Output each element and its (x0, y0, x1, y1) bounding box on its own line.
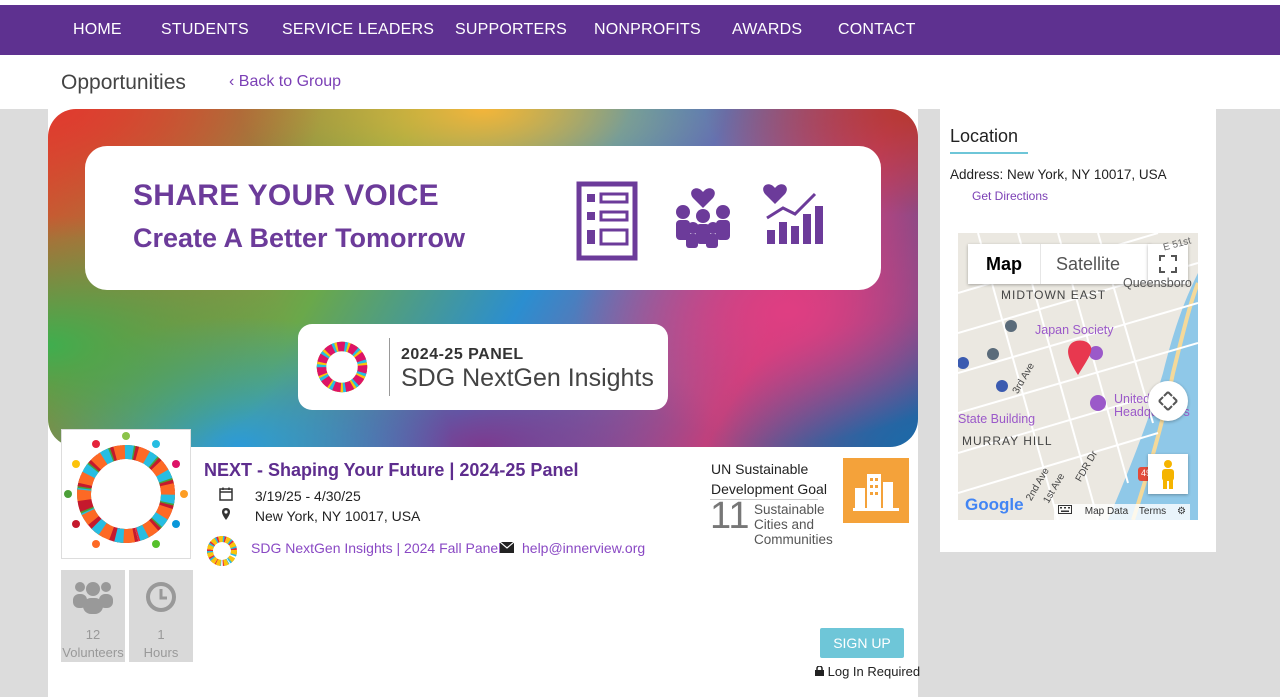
organization-link[interactable]: SDG NextGen Insights | 2024 Fall Panel (251, 540, 501, 556)
opportunity-banner: SHARE YOUR VOICE Create A Better Tomorro… (48, 109, 918, 447)
sdg-goal-name-line3: Communities (754, 532, 833, 547)
sub-header: Opportunities ‹ Back to Group (0, 55, 1280, 109)
login-required-text: Log In Required (827, 664, 921, 679)
map-data-link[interactable]: Map Data (1085, 506, 1128, 517)
map-tab-satellite[interactable]: Satellite (1056, 244, 1120, 284)
calendar-icon (219, 487, 233, 501)
map-pan-control[interactable] (1148, 381, 1188, 421)
panel-year: 2024-25 PANEL (401, 346, 524, 363)
nav-awards[interactable]: AWARDS (732, 5, 802, 55)
street-view-button[interactable] (1148, 454, 1188, 494)
city-buildings-icon (853, 474, 899, 511)
banner-headline-box: SHARE YOUR VOICE Create A Better Tomorro… (85, 146, 881, 290)
pegman-icon (1162, 460, 1174, 489)
get-directions-link[interactable]: Get Directions (972, 189, 1048, 203)
login-required-note: Log In Required (815, 664, 920, 679)
sdg-goal-name: Sustainable Cities and Communities (754, 502, 833, 547)
volunteers-count: 12 (85, 627, 101, 642)
nav-supporters[interactable]: SUPPORTERS (455, 5, 567, 55)
sdg-11-tile[interactable] (843, 458, 909, 523)
opportunity-location: New York, NY 10017, USA (254, 508, 421, 524)
sdg-wheel-icon (316, 341, 368, 393)
page-title: Opportunities (61, 71, 186, 94)
location-title-underline (950, 152, 1028, 154)
panel-name: SDG NextGen Insights (401, 364, 654, 392)
hours-stat: 1 Hours (129, 570, 193, 662)
main-nav: HOME STUDENTS SERVICE LEADERS SUPPORTERS… (0, 5, 1280, 55)
volunteers-stat: 12 Volunteers (61, 570, 125, 662)
panel-divider (389, 338, 390, 396)
location-title: Location (950, 126, 1019, 146)
sdg-people-wheel-icon (64, 432, 188, 548)
map-label-state-building: State Building (958, 412, 1036, 426)
location-panel: Location Address: New York, NY 10017, US… (940, 109, 1216, 552)
survey-form-icon (576, 181, 823, 261)
envelope-icon (500, 542, 514, 553)
hours-count: 1 (157, 627, 165, 642)
lock-icon (815, 665, 824, 676)
nav-home[interactable]: HOME (73, 5, 122, 55)
nav-students[interactable]: STUDENTS (161, 5, 249, 55)
opportunity-card: SHARE YOUR VOICE Create A Better Tomorro… (48, 109, 920, 697)
organization-logo (61, 429, 191, 559)
sdg-number: 11 (710, 495, 750, 537)
map-footer: Map Data Terms ⚙ (1054, 504, 1190, 520)
sign-up-button[interactable]: SIGN UP (820, 628, 904, 658)
map-pin-icon (222, 508, 230, 520)
map-label-queensboro: Queensboro (1123, 276, 1192, 290)
nav-contact[interactable]: CONTACT (838, 5, 916, 55)
map-tab-map[interactable]: Map (986, 244, 1022, 284)
map-terms-link[interactable]: Terms (1139, 506, 1166, 517)
opportunity-title: NEXT - Shaping Your Future | 2024-25 Pan… (204, 460, 579, 480)
nav-nonprofits[interactable]: NONPROFITS (594, 5, 701, 55)
opportunity-dates: 3/19/25 - 4/30/25 (254, 488, 361, 504)
opportunity-location-row: New York, NY 10017, USA (216, 507, 420, 524)
back-to-group-link[interactable]: ‹ Back to Group (229, 73, 341, 91)
organization-avatar[interactable] (204, 533, 240, 569)
location-address: Address: New York, NY 10017, USA (950, 167, 1167, 182)
map-label-midtown: MIDTOWN EAST (1001, 288, 1107, 302)
banner-subheadline: Create A Better Tomorrow (133, 223, 466, 253)
banner-headline: SHARE YOUR VOICE (133, 179, 439, 212)
opportunity-dates-row: 3/19/25 - 4/30/25 (216, 487, 361, 504)
contact-email-link[interactable]: help@innerview.org (522, 540, 645, 556)
sdg-goal-name-line2: Cities and (754, 517, 815, 532)
keyboard-icon[interactable] (1058, 505, 1072, 514)
volunteers-label: Volunteers (62, 645, 124, 660)
sdg-label-line1: UN Sustainable (711, 461, 809, 477)
sdg-goal-name-line1: Sustainable (754, 502, 825, 517)
sdg-label: UN Sustainable Development Goal (711, 459, 827, 499)
hours-label: Hours (143, 645, 179, 660)
map-label-murray-hill: MURRAY HILL (962, 434, 1053, 448)
google-logo: Google (965, 495, 1024, 514)
clock-icon (146, 582, 176, 612)
map-label-japan-society: Japan Society (1035, 323, 1114, 337)
location-map[interactable]: Map Satellite MIDTOWN EAST Queensboro Ja… (958, 233, 1198, 520)
report-error-icon[interactable]: ⚙ (1177, 506, 1186, 517)
panel-label-box: 2024-25 PANEL SDG NextGen Insights (298, 324, 668, 410)
map-tab-divider (1040, 244, 1041, 284)
pan-arrows-icon (1158, 391, 1178, 411)
group-users-icon (73, 582, 113, 614)
banner-icon-row (575, 178, 845, 273)
nav-service-leaders[interactable]: SERVICE LEADERS (282, 5, 434, 55)
